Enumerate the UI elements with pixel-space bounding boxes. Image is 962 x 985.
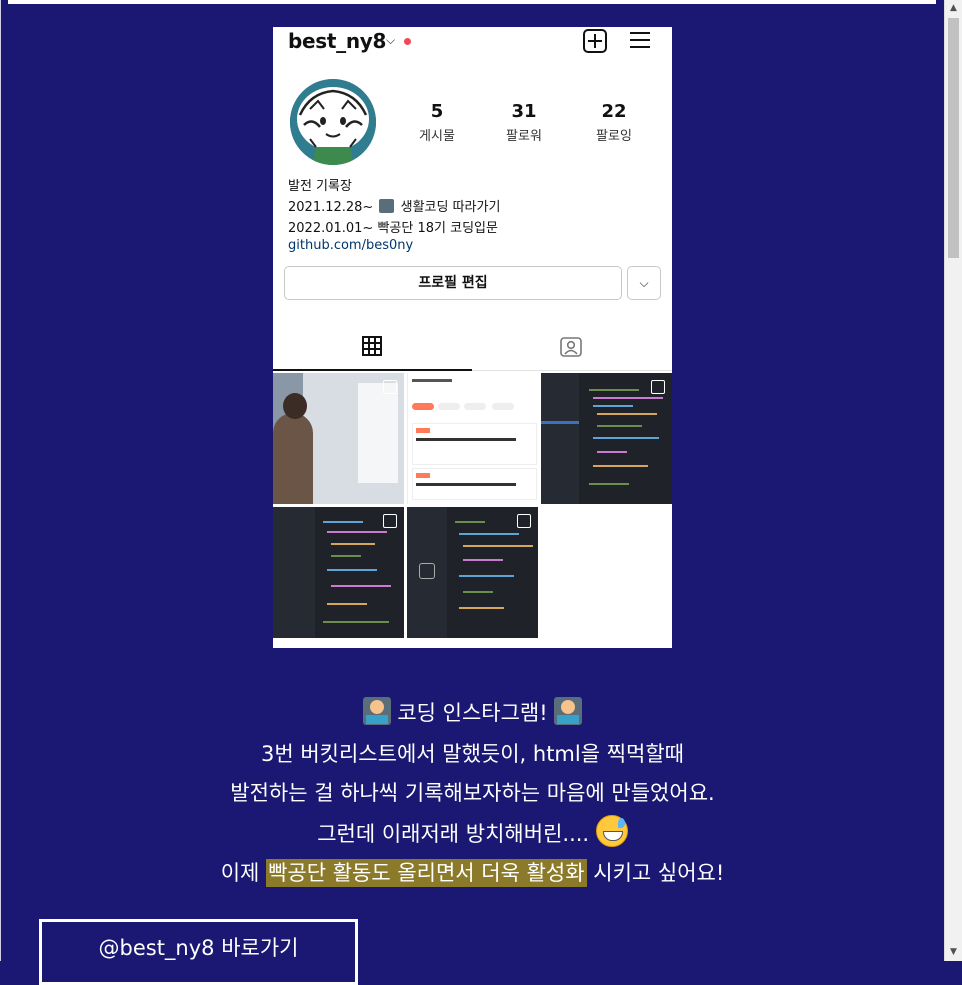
description-line-4-suffix: 시키고 싶어요! bbox=[593, 861, 725, 885]
vertical-scrollbar[interactable]: ▲ ▼ bbox=[944, 0, 962, 961]
following-label: 팔로잉 bbox=[596, 129, 632, 144]
sweat-smile-icon bbox=[595, 815, 628, 847]
carousel-icon bbox=[651, 380, 665, 394]
edit-profile-button: 프로필 편집 bbox=[284, 266, 622, 300]
post-thumbnail bbox=[273, 507, 404, 638]
highlighted-text: 빡공단 활동도 올리면서 더욱 활성화 bbox=[266, 859, 587, 887]
description-line-3-text: 그런데 이래저래 방치해버린.... bbox=[317, 822, 590, 846]
avatar bbox=[290, 79, 376, 165]
following-count: 22 bbox=[601, 101, 627, 122]
scroll-up-arrow-icon[interactable]: ▲ bbox=[945, 0, 962, 17]
posts-stat: 5 게시물 bbox=[402, 101, 472, 144]
technologist-icon bbox=[554, 697, 583, 725]
scrollbar-thumb[interactable] bbox=[948, 18, 959, 258]
carousel-icon bbox=[517, 514, 531, 528]
tagged-icon bbox=[560, 337, 582, 357]
top-divider bbox=[8, 0, 936, 4]
instagram-profile-screenshot: best_ny8 ⌵ 5 게시물 31 팔로워 22 팔로잉 발전 기록장 20… bbox=[273, 27, 672, 648]
bio-line-1: 2021.12.28~ 생활코딩 따라가기 bbox=[288, 196, 500, 215]
description-line-4-prefix: 이제 bbox=[220, 861, 260, 885]
description-title-text: 코딩 인스타그램! bbox=[397, 701, 548, 725]
technologist-icon bbox=[379, 199, 395, 213]
bio-line-1-suffix: 생활코딩 따라가기 bbox=[400, 200, 501, 215]
grid-icon bbox=[362, 336, 382, 356]
menu-icon bbox=[630, 31, 650, 49]
add-post-icon bbox=[583, 29, 607, 53]
description-title: 코딩 인스타그램! bbox=[0, 697, 945, 727]
scroll-down-arrow-icon[interactable]: ▼ bbox=[945, 944, 962, 961]
bio-line-2: 2022.01.01~ 빡공단 18기 코딩입문 bbox=[288, 221, 498, 236]
description-line-1: 3번 버킷리스트에서 말했듯이, html을 찍먹할때 bbox=[260, 742, 684, 766]
post-thumbnail bbox=[273, 373, 404, 504]
active-tab-indicator bbox=[273, 369, 472, 371]
post-thumbnail bbox=[541, 373, 672, 504]
followers-count: 31 bbox=[511, 101, 537, 122]
description-line-4: 이제 빡공단 활동도 올리면서 더욱 활성화 시키고 싶어요! bbox=[0, 857, 945, 887]
instagram-link-button[interactable]: @best_ny8 바로가기 bbox=[39, 919, 358, 985]
post-thumbnail bbox=[407, 373, 539, 504]
followers-stat: 31 팔로워 bbox=[489, 101, 559, 144]
carousel-icon bbox=[383, 514, 397, 528]
carousel-icon bbox=[383, 380, 397, 394]
bio-name: 발전 기록장 bbox=[288, 179, 352, 194]
profile-username: best_ny8 bbox=[288, 29, 387, 53]
post-thumbnail bbox=[407, 507, 538, 638]
bio-link: github.com/bes0ny bbox=[288, 238, 414, 253]
notification-dot bbox=[404, 38, 411, 45]
description-line-3: 그런데 이래저래 방치해버린.... bbox=[0, 815, 945, 848]
technologist-icon bbox=[362, 697, 391, 725]
description-line-2: 발전하는 걸 하나씩 기록해보자하는 마음에 만들었어요. bbox=[230, 781, 715, 805]
posts-label: 게시물 bbox=[419, 129, 455, 144]
chevron-down-icon: ⌵ bbox=[627, 266, 661, 300]
posts-count: 5 bbox=[430, 101, 444, 122]
bio-line-1-prefix: 2021.12.28~ bbox=[288, 200, 374, 215]
followers-label: 팔로워 bbox=[506, 129, 542, 144]
following-stat: 22 팔로잉 bbox=[579, 101, 649, 144]
chevron-down-icon: ⌵ bbox=[386, 33, 396, 47]
